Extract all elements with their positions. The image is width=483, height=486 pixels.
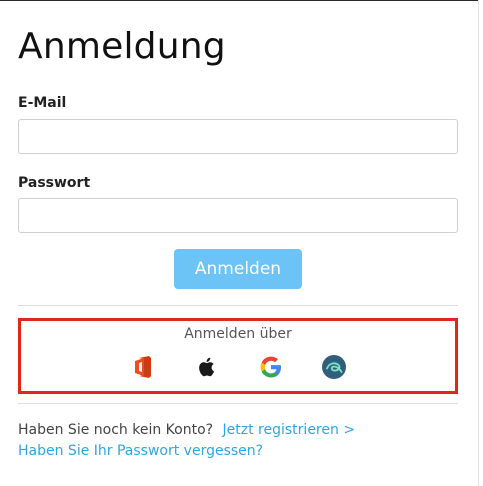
email-label: E-Mail bbox=[18, 95, 67, 111]
password-field[interactable] bbox=[18, 198, 458, 233]
sso-title: Anmelden über bbox=[184, 326, 292, 342]
login-page: Anmeldung E-Mail Passwort Anmelden Anmel… bbox=[0, 0, 483, 486]
page-title: Anmeldung bbox=[18, 26, 226, 67]
register-link[interactable]: Jetzt registrieren > bbox=[223, 422, 356, 438]
email-field[interactable] bbox=[18, 119, 458, 154]
office-icon[interactable] bbox=[130, 354, 156, 380]
sso-section: Anmelden über bbox=[18, 318, 458, 394]
google-icon[interactable] bbox=[258, 354, 284, 380]
forgot-password-line: Haben Sie Ihr Passwort vergessen? bbox=[18, 443, 263, 459]
register-line: Haben Sie noch kein Konto? Jetzt registr… bbox=[18, 422, 355, 438]
divider-top bbox=[18, 305, 458, 306]
apple-icon[interactable] bbox=[194, 354, 220, 380]
login-button[interactable]: Anmelden bbox=[174, 249, 302, 289]
top-border bbox=[0, 0, 478, 1]
divider-bottom bbox=[18, 403, 458, 404]
right-border bbox=[478, 0, 479, 486]
eloquent-icon[interactable] bbox=[321, 354, 347, 380]
password-label: Passwort bbox=[18, 175, 91, 191]
forgot-password-link[interactable]: Haben Sie Ihr Passwort vergessen? bbox=[18, 443, 263, 459]
no-account-text: Haben Sie noch kein Konto? bbox=[18, 422, 214, 438]
